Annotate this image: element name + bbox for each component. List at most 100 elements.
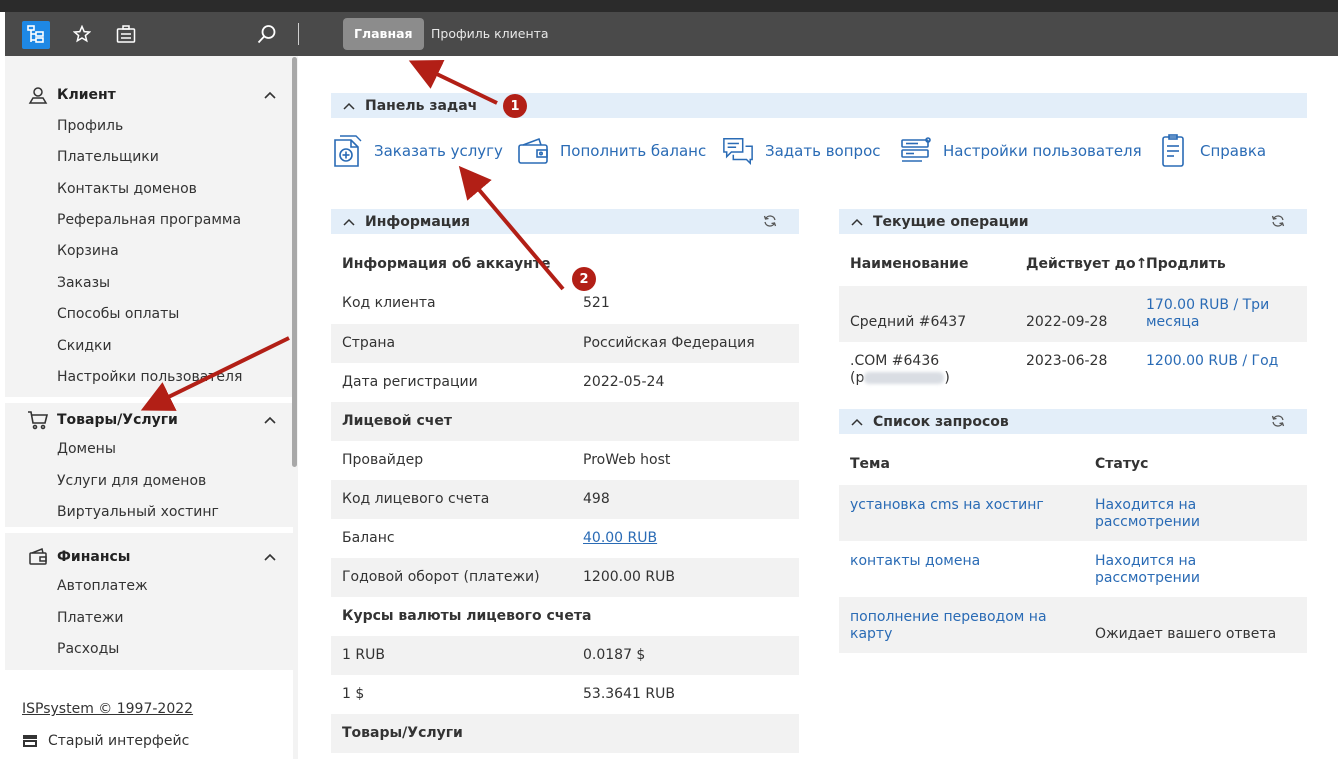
column-header-status[interactable]: Статус <box>1095 456 1148 473</box>
renew-link[interactable]: 170.00 RUB / Три месяца <box>1146 297 1269 331</box>
tab-client-profile[interactable]: Профиль клиента <box>420 18 560 50</box>
site-tree-icon[interactable] <box>22 21 50 49</box>
table-row[interactable]: установка cms на хостинг Находится на рас… <box>839 485 1307 541</box>
operation-name-line-end: ) <box>944 370 950 386</box>
user-settings-label: Настройки пользователя <box>943 142 1142 160</box>
sidebar-item-virtual-hosting[interactable]: Виртуальный хостинг <box>57 504 219 520</box>
star-icon[interactable] <box>71 23 93 45</box>
user-settings-action[interactable]: Настройки пользователя <box>900 133 1142 169</box>
help-action[interactable]: Справка <box>1157 133 1266 169</box>
operation-name-line: .COM #6436 <box>850 353 940 369</box>
operations-panel-header[interactable]: Текущие операции <box>839 209 1307 234</box>
operation-name: .COM #6436 (p) <box>850 353 950 387</box>
sidebar-item-expenses[interactable]: Расходы <box>57 641 119 657</box>
sidebar-item-autopay[interactable]: Автоплатеж <box>57 578 148 594</box>
info-row-client-code: Код клиента 521 <box>331 284 799 323</box>
row-value: 521 <box>583 295 610 311</box>
sidebar-item-cart[interactable]: Корзина <box>57 243 119 259</box>
column-header-renew[interactable]: Продлить <box>1146 256 1226 273</box>
sidebar-item-discounts[interactable]: Скидки <box>57 338 112 354</box>
column-header-name[interactable]: Наименование <box>850 256 969 273</box>
old-interface-link[interactable]: Старый интерфейс <box>22 733 189 749</box>
sidebar-section-header-goods[interactable]: Товары/Услуги <box>27 409 178 431</box>
row-label: Код лицевого счета <box>342 491 490 507</box>
column-header-valid-until[interactable]: Действует до↑ <box>1026 256 1147 273</box>
chat-icon <box>722 133 754 169</box>
renew-link[interactable]: 1200.00 RUB / Год <box>1146 353 1278 370</box>
sidebar-section-title: Финансы <box>57 549 131 565</box>
order-service-icon <box>331 133 363 169</box>
request-status-link[interactable]: Находится на рассмотрении <box>1095 497 1200 531</box>
requests-header-row: Тема Статус <box>839 445 1307 485</box>
chevron-up-icon[interactable] <box>851 416 863 428</box>
order-service-action[interactable]: Заказать услугу <box>331 133 503 169</box>
sidebar-section-client: Клиент Профиль Плательщики Контакты доме… <box>5 72 293 403</box>
row-value: Российская Федерация <box>583 335 755 351</box>
top-up-balance-action[interactable]: Пополнить баланс <box>517 133 706 169</box>
clipboard-icon[interactable] <box>115 23 137 45</box>
table-row[interactable]: пополнение переводом на карту Ожидает ваш… <box>839 597 1307 653</box>
sidebar-item-user-settings[interactable]: Настройки пользователя <box>57 369 242 385</box>
sidebar-section-header-finance[interactable]: Финансы <box>27 546 130 568</box>
table-row[interactable]: Средний #6437 2022-09-28 170.00 RUB / Тр… <box>839 286 1307 342</box>
cart-icon <box>27 409 49 431</box>
refresh-icon[interactable] <box>1271 414 1285 428</box>
client-icon <box>27 84 49 106</box>
sidebar-section-title: Клиент <box>57 87 116 103</box>
row-label: Провайдер <box>342 452 424 468</box>
blurred-domain <box>864 372 945 384</box>
request-status-link[interactable]: Находится на рассмотрении <box>1095 553 1200 587</box>
sidebar-item-payments[interactable]: Платежи <box>57 610 124 626</box>
request-topic-link[interactable]: пополнение переводом на карту <box>850 609 1047 643</box>
table-row[interactable]: контакты домена Находится на рассмотрении <box>839 541 1307 597</box>
topic-line: пополнение переводом на <box>850 609 1047 625</box>
sidebar-item-domain-services[interactable]: Услуги для доменов <box>57 473 206 489</box>
refresh-icon[interactable] <box>763 214 777 228</box>
operation-name-line: (p <box>850 370 865 386</box>
task-panel-header[interactable]: Панель задач <box>331 93 1307 118</box>
chevron-up-icon[interactable] <box>343 216 355 228</box>
sidebar-item-payment-methods[interactable]: Способы оплаты <box>57 306 179 322</box>
sidebar-scrollbar[interactable] <box>292 57 297 467</box>
row-value: 0.0187 $ <box>583 647 646 663</box>
sidebar-item-domains[interactable]: Домены <box>57 441 116 457</box>
copyright-link[interactable]: ISPsystem © 1997-2022 <box>22 701 193 717</box>
toolbar-separator <box>298 23 299 45</box>
chevron-up-icon[interactable] <box>343 100 355 112</box>
column-header-topic[interactable]: Тема <box>850 456 890 473</box>
sidebar-item-profile[interactable]: Профиль <box>57 118 123 134</box>
row-label: Лицевой счет <box>342 413 452 429</box>
sidebar-item-orders[interactable]: Заказы <box>57 275 110 291</box>
info-panel-header[interactable]: Информация <box>331 209 799 234</box>
search-icon[interactable] <box>256 23 278 45</box>
sidebar-item-payers[interactable]: Плательщики <box>57 149 159 165</box>
ask-question-action[interactable]: Задать вопрос <box>722 133 881 169</box>
sidebar-section-goods: Товары/Услуги Домены Услуги для доменов … <box>5 403 293 527</box>
row-label: Код клиента <box>342 295 436 311</box>
row-value: 53.3641 RUB <box>583 686 675 702</box>
row-label: Страна <box>342 335 396 351</box>
tab-home[interactable]: Главная <box>343 18 424 50</box>
table-row[interactable]: .COM #6436 (p) 2023-06-28 1200.00 RUB / Г… <box>839 342 1307 397</box>
sidebar-item-referral[interactable]: Реферальная программа <box>57 212 241 228</box>
info-row-goods-header: Товары/Услуги <box>331 714 799 753</box>
info-row-balance: Баланс 40.00 RUB <box>331 519 799 558</box>
row-value: 1200.00 RUB <box>583 569 675 585</box>
task-panel-title: Панель задач <box>365 97 478 114</box>
sidebar-section-header-client[interactable]: Клиент <box>27 84 116 106</box>
refresh-icon[interactable] <box>1271 214 1285 228</box>
chevron-up-icon[interactable] <box>263 550 277 564</box>
help-label: Справка <box>1200 142 1267 160</box>
request-topic-link[interactable]: установка cms на хостинг <box>850 497 1044 514</box>
row-label: 1 RUB <box>342 647 385 663</box>
sidebar-item-domain-contacts[interactable]: Контакты доменов <box>57 181 197 197</box>
info-row-rate-usd: 1 $ 53.3641 RUB <box>331 675 799 714</box>
operation-valid-until: 2023-06-28 <box>1026 353 1108 369</box>
requests-panel-header[interactable]: Список запросов <box>839 409 1307 434</box>
chevron-up-icon[interactable] <box>263 413 277 427</box>
balance-link[interactable]: 40.00 RUB <box>583 530 657 546</box>
chevron-up-icon[interactable] <box>263 88 277 102</box>
request-topic-link[interactable]: контакты домена <box>850 553 980 570</box>
chevron-up-icon[interactable] <box>851 216 863 228</box>
ask-question-label: Задать вопрос <box>765 142 881 160</box>
